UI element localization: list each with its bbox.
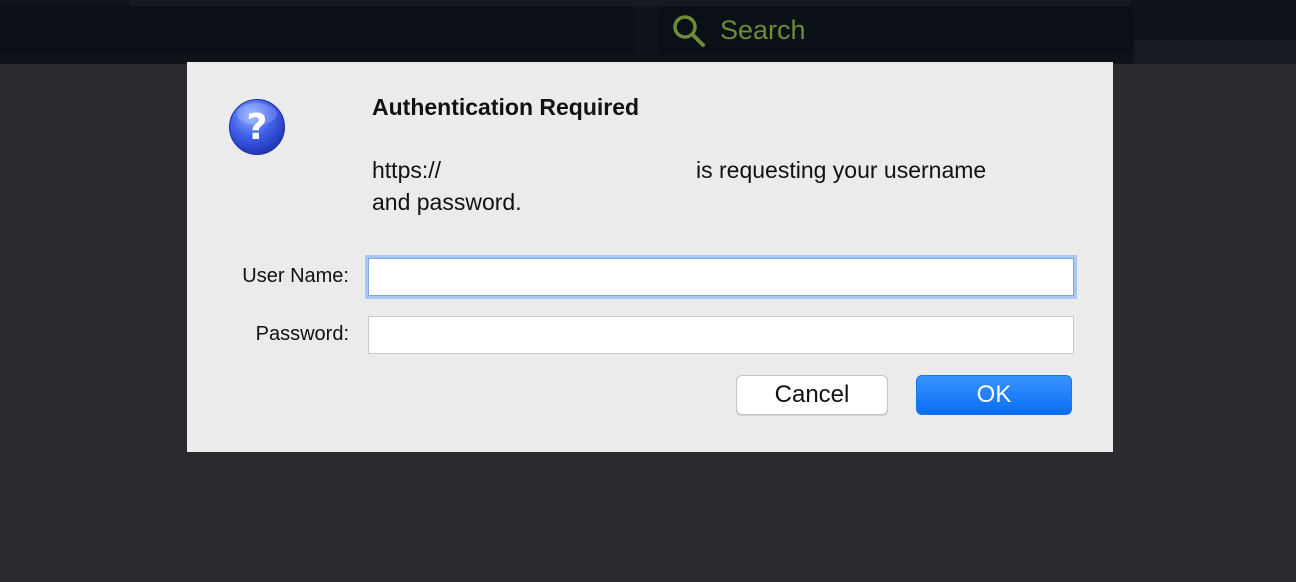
question-icon: ? xyxy=(229,99,285,155)
message-request-text: is requesting your username xyxy=(696,157,987,183)
username-field[interactable] xyxy=(368,258,1074,296)
address-bar[interactable] xyxy=(0,6,635,54)
password-field[interactable] xyxy=(368,316,1074,354)
search-field[interactable]: Search xyxy=(658,6,1134,54)
search-icon xyxy=(673,15,705,47)
cancel-button[interactable]: Cancel xyxy=(736,375,888,415)
password-label: Password: xyxy=(255,323,349,345)
toolbar-extension xyxy=(1134,40,1296,64)
message-line-2: and password. xyxy=(372,189,522,215)
svg-text:?: ? xyxy=(247,107,268,148)
message-url-prefix: https:// xyxy=(372,157,442,183)
ok-button[interactable]: OK xyxy=(916,375,1072,415)
search-placeholder: Search xyxy=(720,15,806,45)
browser-toolbar: Search xyxy=(0,0,1296,64)
dialog-title: Authentication Required xyxy=(372,94,640,120)
dialog-message: https:// is requesting your username and… xyxy=(372,154,1072,218)
authentication-dialog: ? Authentication Required https:// is re… xyxy=(187,62,1113,452)
username-label: User Name: xyxy=(242,265,349,287)
